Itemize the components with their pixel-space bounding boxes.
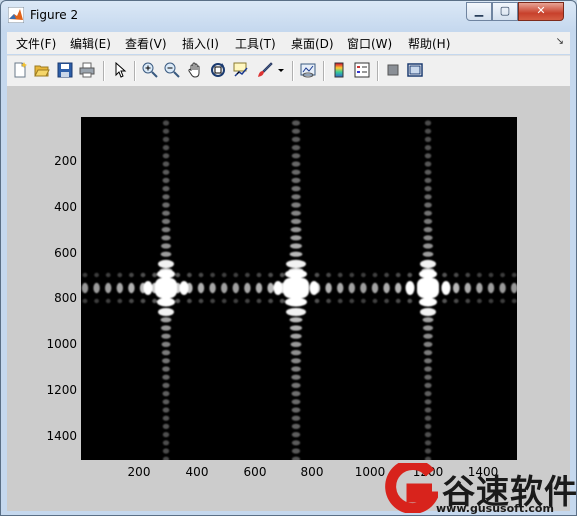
figure-canvas: 200 400 600 800 1000 1200 1400 200 400 6… [7, 86, 570, 511]
rotate-3d-icon[interactable] [210, 62, 226, 78]
minimize-button[interactable]: ▁ [466, 2, 492, 21]
y-tick-label: 200 [54, 154, 77, 168]
brush-icon[interactable] [257, 62, 273, 78]
y-tick-label: 1000 [46, 337, 77, 351]
menu-file[interactable]: 文件(F) [16, 35, 56, 52]
x-tick-label: 800 [300, 465, 324, 479]
save-icon[interactable] [57, 62, 73, 78]
menu-desktop[interactable]: 桌面(D) [291, 35, 334, 52]
show-plot-tools-icon[interactable] [407, 62, 423, 78]
pan-hand-icon[interactable] [187, 62, 203, 78]
menu-dock-arrow-icon[interactable]: ↘ [556, 36, 564, 47]
matlab-logo-icon [8, 7, 24, 23]
link-plot-icon[interactable] [300, 62, 316, 78]
menu-insert[interactable]: 插入(I) [182, 35, 219, 52]
toolbar-separator [292, 61, 294, 81]
image-axes[interactable] [81, 117, 517, 460]
toolbar-separator [323, 61, 325, 81]
toolbar-separator [134, 61, 136, 81]
window-title: Figure 2 [30, 8, 79, 22]
watermark-url: www.gususoft.com [436, 502, 554, 515]
data-cursor-icon[interactable] [233, 62, 249, 78]
menu-view[interactable]: 查看(V) [125, 35, 167, 52]
legend-icon[interactable] [354, 62, 370, 78]
menu-bar: 文件(F) 编辑(E) 查看(V) 插入(I) 工具(T) 桌面(D) 窗口(W… [7, 32, 570, 54]
y-tick-label: 1200 [46, 383, 77, 397]
close-button[interactable]: ✕ [518, 2, 564, 21]
title-bar[interactable]: Figure 2 ▁ ▢ ✕ [1, 1, 576, 30]
menu-edit[interactable]: 编辑(E) [70, 35, 111, 52]
y-tick-label: 400 [54, 200, 77, 214]
maximize-button[interactable]: ▢ [492, 2, 518, 21]
figure-window: Figure 2 ▁ ▢ ✕ 文件(F) 编辑(E) 查看(V) 插入(I) 工… [0, 0, 577, 516]
open-file-icon[interactable] [34, 62, 50, 78]
zoom-in-icon[interactable] [142, 62, 158, 78]
menu-tools[interactable]: 工具(T) [235, 35, 276, 52]
brush-dropdown-icon[interactable] [277, 62, 285, 78]
x-tick-label: 200 [127, 465, 151, 479]
y-tick-label: 800 [54, 291, 77, 305]
figure-toolbar [7, 55, 570, 87]
zoom-out-icon[interactable] [164, 62, 180, 78]
x-tick-label: 400 [185, 465, 209, 479]
colorbar-icon[interactable] [331, 62, 347, 78]
toolbar-separator [103, 61, 105, 81]
x-tick-label: 600 [243, 465, 267, 479]
watermark: 谷速软件 www.gususoft.com [382, 461, 576, 515]
toolbar-separator [377, 61, 379, 81]
new-figure-icon[interactable] [12, 62, 28, 78]
y-tick-label: 600 [54, 246, 77, 260]
y-tick-label: 1400 [46, 429, 77, 443]
hide-plot-tools-icon[interactable] [385, 62, 401, 78]
menu-help[interactable]: 帮助(H) [408, 35, 450, 52]
pointer-icon[interactable] [112, 62, 128, 78]
print-icon[interactable] [79, 62, 95, 78]
watermark-logo-icon [385, 463, 438, 513]
menu-window[interactable]: 窗口(W) [347, 35, 392, 52]
